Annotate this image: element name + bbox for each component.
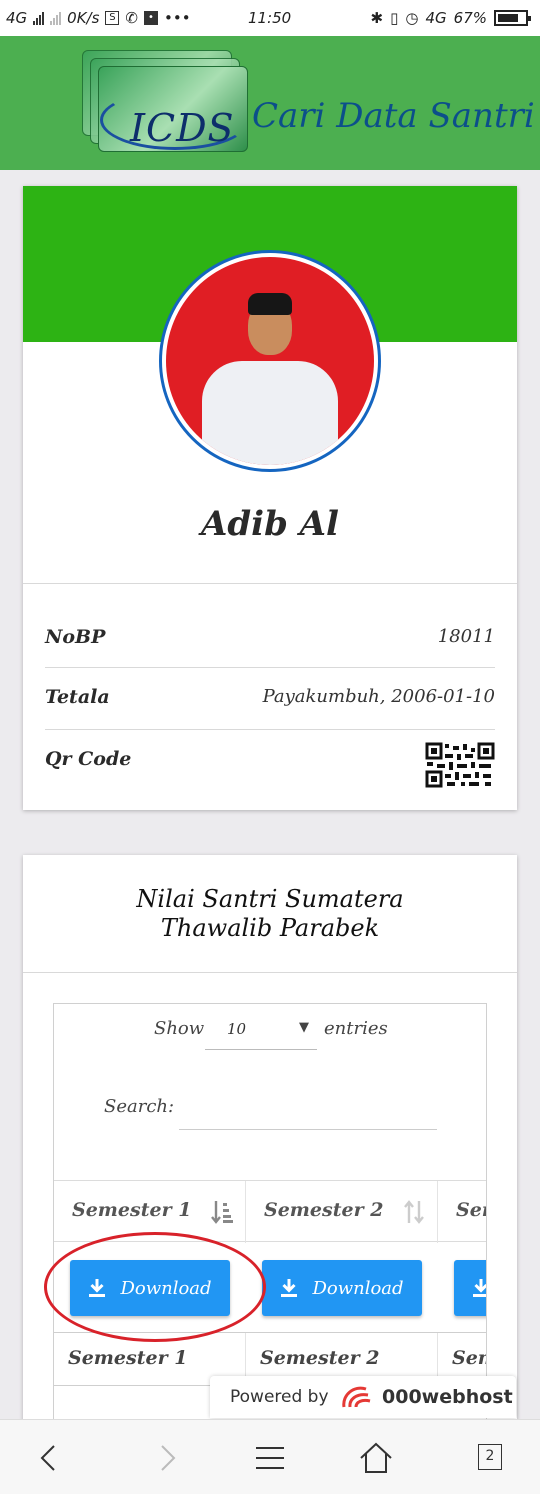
download-button-semester-3[interactable]: Download [454, 1260, 486, 1316]
webhost-logo-icon [342, 1386, 371, 1408]
row-divider [45, 667, 495, 668]
info-row-nobp: NoBP 18011 [45, 626, 495, 686]
download-button-semester-2[interactable]: Download [262, 1260, 422, 1316]
grades-title: Nilai Santri Sumatera Thawalib Parabek [136, 885, 404, 942]
info-label-qrcode: Qr Code [45, 748, 132, 770]
footer-label: Semester 2 [260, 1347, 380, 1369]
tabs-count-button[interactable]: 2 [478, 1444, 502, 1470]
info-label-tetala: Tetala [45, 686, 110, 708]
signal-icon [33, 11, 45, 25]
home-icon[interactable] [356, 1438, 396, 1478]
browser-bottom-nav: 2 [0, 1419, 540, 1494]
search-input[interactable] [179, 1096, 437, 1130]
status-bar: 4G 0K/s S ✆ • ••• 11:50 ✱ ▯ ◷ 4G 67% [0, 0, 540, 36]
network-type-right: 4G [425, 9, 447, 27]
powered-by-brand: 000webhost [382, 1386, 513, 1408]
info-label-nobp: NoBP [45, 626, 106, 648]
download-icon [281, 1279, 298, 1297]
bluetooth-icon: ✱ [370, 9, 384, 27]
sort-both-icon [404, 1200, 424, 1224]
signal-secondary-icon [50, 11, 62, 25]
profile-card: Adib Al NoBP 18011 Tetala Payakumbuh, 20… [23, 186, 517, 810]
info-row-qrcode: Qr Code [45, 742, 495, 808]
avatar-cap [248, 293, 292, 315]
info-value-nobp: 18011 [437, 626, 495, 647]
info-value-tetala: Payakumbuh, 2006-01-10 [262, 686, 495, 707]
search-control: Search: [54, 1096, 486, 1132]
footer-label: Sem [452, 1347, 486, 1369]
powered-by-badge[interactable]: Powered by 000webhost [210, 1376, 516, 1418]
entries-label: entries [324, 1018, 388, 1039]
avatar-body [202, 361, 338, 465]
page-length-value: 10 [227, 1020, 247, 1038]
vibrate-icon: ▯ [390, 9, 399, 27]
profile-divider [23, 583, 517, 584]
battery-percent: 67% [453, 9, 487, 27]
show-label: Show [154, 1018, 205, 1039]
column-header-semester-2[interactable]: Semester 2 [246, 1181, 438, 1243]
column-header-label: Sem [456, 1199, 486, 1221]
site-brand: Cari Data Santri [252, 96, 535, 136]
phone-icon: ✆ [125, 9, 138, 27]
network-speed: 0K/s [67, 9, 100, 27]
clock: 11:50 [248, 9, 292, 27]
table-header: Semester 1 Semester 2 Sem [54, 1180, 486, 1243]
dropdown-arrow-icon: ▼ [299, 1020, 309, 1035]
footer-label: Semester 1 [68, 1347, 188, 1369]
sort-asc-icon [211, 1201, 233, 1224]
download-label: Download [312, 1277, 404, 1299]
battery-icon [494, 10, 531, 26]
row-divider [45, 729, 495, 730]
profile-name: Adib Al [201, 504, 339, 544]
column-header-semester-3[interactable]: Sem [438, 1181, 486, 1243]
alarm-icon: ◷ [405, 9, 419, 27]
grades-card: Nilai Santri Sumatera Thawalib Parabek S… [23, 855, 517, 1443]
avatar [159, 250, 381, 472]
menu-icon[interactable] [250, 1438, 290, 1478]
status-right: ✱ ▯ ◷ 4G 67% [370, 9, 531, 27]
download-icon [473, 1279, 486, 1297]
column-header-label: Semester 2 [264, 1199, 384, 1221]
search-label: Search: [104, 1096, 175, 1117]
forward-icon[interactable] [146, 1438, 186, 1478]
page-length-select[interactable]: 10 ▼ [205, 1018, 317, 1050]
grades-divider [23, 972, 517, 973]
powered-by-label: Powered by [230, 1387, 329, 1407]
voice-icon: • [144, 11, 158, 25]
network-type-left: 4G [6, 9, 28, 27]
length-control: Show 10 ▼ entries [54, 1018, 486, 1052]
qr-code-icon [425, 742, 495, 788]
site-logo[interactable]: ICDS [130, 106, 235, 150]
column-header-label: Semester 1 [72, 1199, 192, 1221]
status-left: 4G 0K/s S ✆ • ••• [6, 9, 191, 27]
annotation-highlight-ring [44, 1232, 266, 1342]
avatar-photo [166, 257, 374, 465]
back-icon[interactable] [30, 1438, 70, 1478]
more-icon: ••• [164, 9, 191, 27]
sim-icon: S [105, 11, 120, 25]
info-row-tetala: Tetala Payakumbuh, 2006-01-10 [45, 686, 495, 746]
